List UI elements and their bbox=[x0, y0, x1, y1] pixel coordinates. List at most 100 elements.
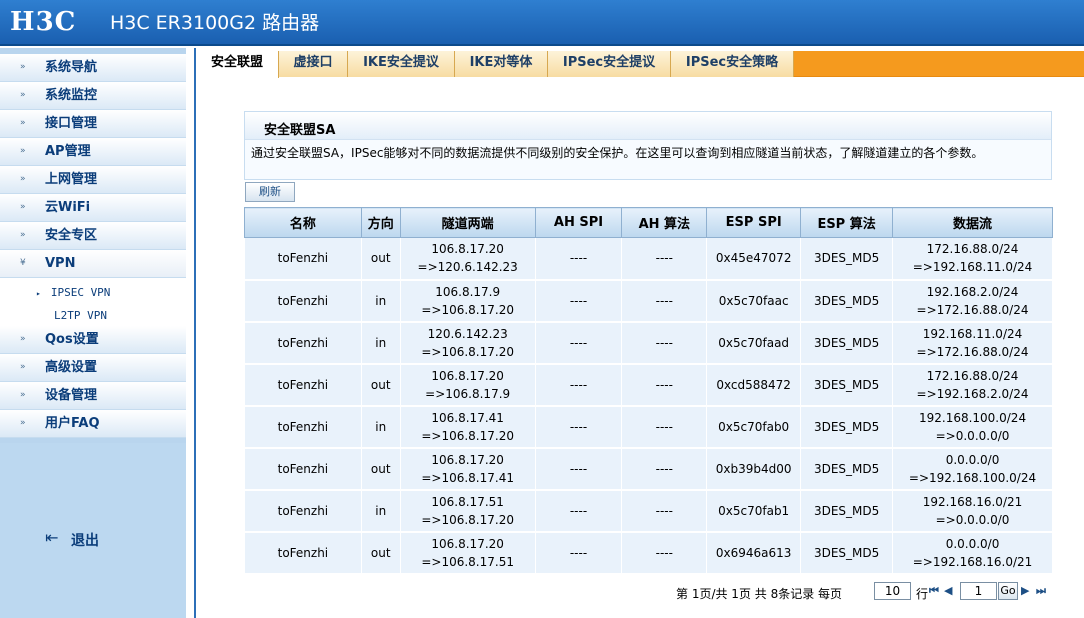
prev-page-icon[interactable]: ◀ bbox=[944, 584, 952, 597]
cell-esp-spi: 0x5c70faac bbox=[706, 279, 802, 323]
tab-virtual-interface[interactable]: 虚接口 bbox=[279, 51, 348, 77]
sidebar-item-device-mgmt[interactable]: » 设备管理 bbox=[0, 382, 186, 410]
last-page-icon[interactable]: ⏭ bbox=[1036, 584, 1046, 598]
tab-ipsec-proposal[interactable]: IPSec安全提议 bbox=[548, 51, 671, 77]
tunnel-remote: =>106.8.17.20 bbox=[421, 344, 514, 359]
go-button[interactable]: Go bbox=[998, 582, 1018, 600]
column-header-tunnel-endpoints[interactable]: 隧道两端 bbox=[399, 207, 536, 238]
main-content: 安全联盟SA 通过安全联盟SA，IPSec能够对不同的数据流提供不同级别的安全保… bbox=[196, 78, 1084, 618]
cell-esp-algorithm: 3DES_MD5 bbox=[800, 237, 894, 281]
double-chevron-right-icon: » bbox=[20, 118, 26, 128]
sidebar-item-user-faq[interactable]: » 用户FAQ bbox=[0, 410, 186, 438]
tunnel-local: 106.8.17.20 bbox=[431, 452, 504, 467]
tab-ike-proposal[interactable]: IKE安全提议 bbox=[348, 51, 455, 77]
tab-ike-peer[interactable]: IKE对等体 bbox=[455, 51, 548, 77]
cell-name: toFenzhi bbox=[244, 237, 362, 281]
logout-icon: ⇤ bbox=[45, 528, 59, 547]
tunnel-local: 106.8.17.51 bbox=[431, 494, 504, 509]
cell-esp-spi: 0x5c70fab1 bbox=[706, 489, 802, 533]
cell-esp-algorithm: 3DES_MD5 bbox=[800, 363, 894, 407]
sidebar-item-label: 高级设置 bbox=[45, 360, 98, 375]
tunnel-local: 120.6.142.23 bbox=[427, 326, 508, 341]
sidebar-item-internet-mgmt[interactable]: » 上网管理 bbox=[0, 166, 186, 194]
sidebar-item-cloud-wifi[interactable]: » 云WiFi bbox=[0, 194, 186, 222]
sidebar-subitem-label: L2TP VPN bbox=[54, 309, 107, 322]
double-chevron-right-icon: » bbox=[20, 146, 26, 156]
cell-direction: in bbox=[360, 405, 401, 449]
flow-source: 0.0.0.0/0 bbox=[945, 536, 1000, 551]
cell-ah-algorithm: ---- bbox=[621, 405, 708, 449]
table-row: toFenzhi in 106.8.17.41 =>106.8.17.20 ---… bbox=[244, 405, 1053, 449]
cell-ah-spi: ---- bbox=[534, 489, 623, 533]
table-row: toFenzhi out 106.8.17.20 =>120.6.142.23 -… bbox=[244, 237, 1053, 281]
cell-esp-spi: 0xb39b4d00 bbox=[706, 447, 802, 491]
sa-table: 名称 方向 隧道两端 AH SPI AH 算法 ESP SPI ESP 算法 数… bbox=[244, 207, 1053, 575]
sidebar-item-label: 系统监控 bbox=[45, 88, 98, 103]
tunnel-remote: =>106.8.17.41 bbox=[421, 470, 514, 485]
page-number-input[interactable]: 1 bbox=[960, 582, 997, 600]
vpn-submenu: ▸ IPSEC VPN L2TP VPN bbox=[0, 278, 186, 326]
cell-ah-algorithm: ---- bbox=[621, 363, 708, 407]
double-chevron-right-icon: » bbox=[20, 62, 26, 72]
column-header-ah-algorithm[interactable]: AH 算法 bbox=[621, 207, 708, 238]
sidebar-item-ap-mgmt[interactable]: » AP管理 bbox=[0, 138, 186, 166]
tab-security-association[interactable]: 安全联盟 bbox=[196, 51, 279, 78]
cell-ah-spi: ---- bbox=[534, 321, 623, 365]
refresh-button[interactable]: 刷新 bbox=[245, 182, 295, 202]
sidebar-subitem-ipsec-vpn[interactable]: ▸ IPSEC VPN bbox=[36, 286, 110, 301]
flow-source: 192.168.2.0/24 bbox=[926, 284, 1019, 299]
cell-data-flow: 192.168.100.0/24 =>0.0.0.0/0 bbox=[892, 405, 1053, 449]
cell-direction: out bbox=[360, 363, 401, 407]
table-row: toFenzhi out 106.8.17.20 =>106.8.17.41 --… bbox=[244, 447, 1053, 491]
logout-label: 退出 bbox=[71, 533, 99, 549]
first-page-icon[interactable]: ⏮ bbox=[929, 584, 939, 598]
cell-ah-algorithm: ---- bbox=[621, 489, 708, 533]
table-row: toFenzhi out 106.8.17.20 =>106.8.17.9 ---… bbox=[244, 363, 1053, 407]
cell-tunnel: 106.8.17.20 =>120.6.142.23 bbox=[399, 237, 536, 281]
sidebar-item-label: 设备管理 bbox=[45, 388, 98, 403]
sidebar-item-qos[interactable]: » Qos设置 bbox=[0, 326, 186, 354]
tunnel-local: 106.8.17.20 bbox=[431, 242, 504, 257]
tab-ipsec-policy[interactable]: IPSec安全策略 bbox=[671, 51, 794, 77]
sidebar-item-label: 用户FAQ bbox=[45, 416, 100, 431]
sidebar-item-interface-mgmt[interactable]: » 接口管理 bbox=[0, 110, 186, 138]
cell-direction: in bbox=[360, 279, 401, 323]
column-header-data-flow[interactable]: 数据流 bbox=[892, 207, 1053, 238]
tunnel-remote: =>106.8.17.20 bbox=[421, 428, 514, 443]
per-page-input[interactable]: 10 bbox=[874, 582, 911, 600]
cell-ah-algorithm: ---- bbox=[621, 531, 708, 575]
sidebar-item-system-monitor[interactable]: » 系统监控 bbox=[0, 82, 186, 110]
cell-direction: in bbox=[360, 489, 401, 533]
sidebar-subitem-l2tp-vpn[interactable]: L2TP VPN bbox=[54, 309, 107, 323]
cell-name: toFenzhi bbox=[244, 363, 362, 407]
cell-tunnel: 106.8.17.41 =>106.8.17.20 bbox=[399, 405, 536, 449]
sidebar-item-system-nav[interactable]: » 系统导航 bbox=[0, 54, 186, 82]
cell-direction: out bbox=[360, 531, 401, 575]
column-header-name[interactable]: 名称 bbox=[244, 207, 362, 238]
double-chevron-right-icon: » bbox=[20, 390, 26, 400]
cell-esp-spi: 0x45e47072 bbox=[706, 237, 802, 281]
tunnel-local: 106.8.17.20 bbox=[431, 536, 504, 551]
chevron-right-icon: ▸ bbox=[36, 289, 41, 298]
table-row: toFenzhi out 106.8.17.20 =>106.8.17.51 --… bbox=[244, 531, 1053, 575]
column-header-direction[interactable]: 方向 bbox=[360, 207, 401, 238]
flow-destination: =>0.0.0.0/0 bbox=[935, 512, 1010, 527]
sidebar-item-label: 上网管理 bbox=[45, 172, 98, 187]
cell-ah-spi: ---- bbox=[534, 363, 623, 407]
next-page-icon[interactable]: ▶ bbox=[1021, 584, 1029, 597]
cell-data-flow: 192.168.16.0/21 =>0.0.0.0/0 bbox=[892, 489, 1053, 533]
sidebar-item-security-zone[interactable]: » 安全专区 bbox=[0, 222, 186, 250]
cell-ah-algorithm: ---- bbox=[621, 321, 708, 365]
column-header-esp-algorithm[interactable]: ESP 算法 bbox=[800, 207, 894, 238]
double-chevron-right-icon: » bbox=[20, 418, 26, 428]
sidebar-item-advanced-settings[interactable]: » 高级设置 bbox=[0, 354, 186, 382]
cell-data-flow: 0.0.0.0/0 =>192.168.16.0/21 bbox=[892, 531, 1053, 575]
column-header-ah-spi[interactable]: AH SPI bbox=[534, 207, 623, 238]
double-chevron-right-icon: » bbox=[20, 90, 26, 100]
flow-destination: =>192.168.16.0/21 bbox=[912, 554, 1033, 569]
cell-ah-algorithm: ---- bbox=[621, 447, 708, 491]
sidebar-item-vpn[interactable]: ¥ VPN bbox=[0, 250, 186, 278]
cell-direction: out bbox=[360, 237, 401, 281]
column-header-esp-spi[interactable]: ESP SPI bbox=[706, 207, 802, 238]
cell-data-flow: 172.16.88.0/24 =>192.168.11.0/24 bbox=[892, 237, 1053, 281]
